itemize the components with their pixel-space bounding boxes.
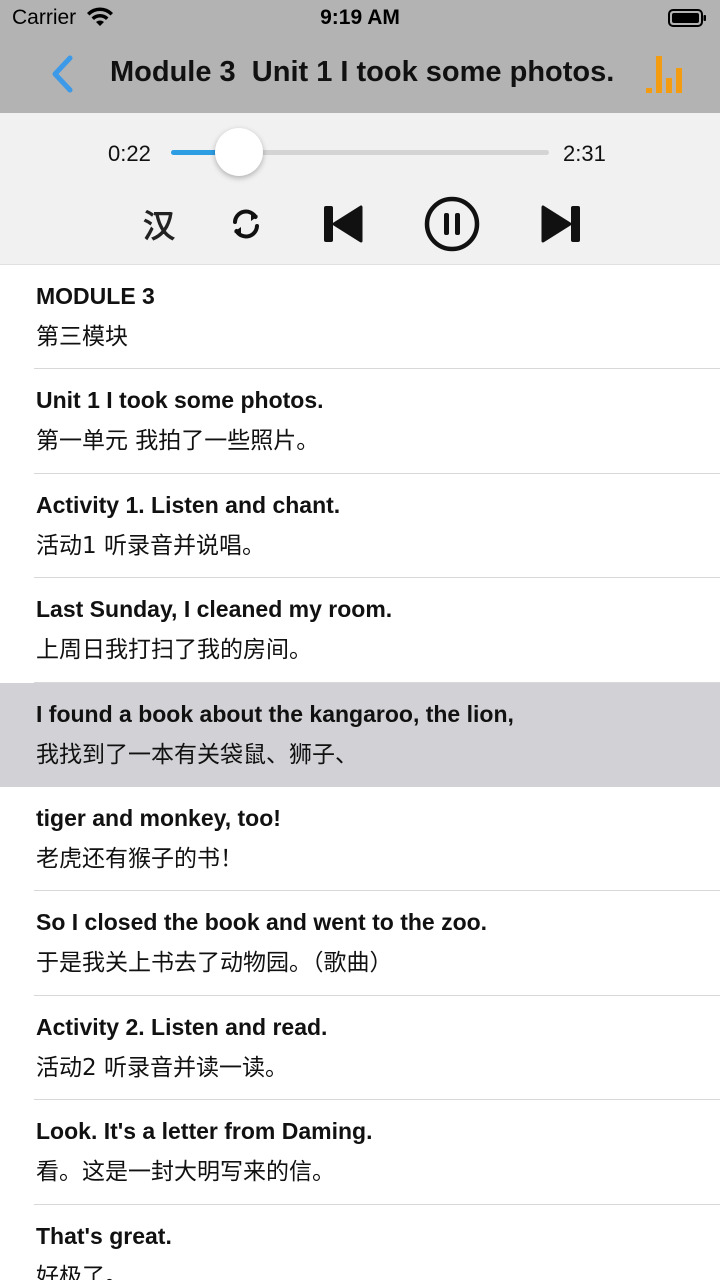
list-item[interactable]: I found a book about the kangaroo, the l… [0,682,720,787]
total-time: 2:31 [563,141,606,166]
chinese-line: 于是我关上书去了动物园。（歌曲） [36,950,393,977]
previous-icon [324,205,363,243]
list-item[interactable]: Last Sunday, I cleaned my room. 上周日我打扫了我的… [0,578,720,683]
list-item[interactable]: tiger and monkey, too! 老虎还有猴子的书！ [0,787,720,892]
back-button[interactable] [44,54,80,94]
lyrics-list: MODULE 3 第三模块 Unit 1 I took some photos. 第一… [0,265,720,1280]
chinese-line: 第一单元 我拍了一些照片。 [36,428,320,455]
chinese-line: 第三模块 [36,324,128,350]
list-item[interactable]: That's great. 好极了。 [0,1205,720,1280]
english-line: tiger and monkey, too! [36,804,281,831]
english-line: Activity 1. Listen and chant. [36,491,341,518]
list-item[interactable]: So I closed the book and went to the zoo… [0,891,720,996]
repeat-button[interactable] [224,195,268,253]
page-title: Module 3 Unit 1 I took some photos. [110,56,615,88]
list-item[interactable]: Activity 1. Listen and chant. 活动1 听录音并说唱。 [0,474,720,579]
previous-button[interactable] [318,195,366,253]
english-line: MODULE 3 [36,283,155,309]
navigation-bar: Module 3 Unit 1 I took some photos. [0,40,720,113]
next-button[interactable] [538,195,586,253]
progress-knob[interactable] [215,128,264,176]
current-time: 0:22 [108,141,151,166]
english-line: Look. It's a letter from Daming. [36,1118,373,1145]
english-line: Last Sunday, I cleaned my room. [36,596,393,623]
english-line: Activity 2. Listen and read. [36,1013,328,1040]
pause-button[interactable] [422,195,482,253]
progress-slider[interactable] [171,128,549,176]
list-item[interactable]: Unit 1 I took some photos. 第一单元 我拍了一些照片。 [0,369,720,474]
list-item[interactable]: Look. It's a letter from Daming. 看。这是一封大明… [0,1100,720,1205]
status-time: 9:19 AM [320,6,400,29]
english-line: I found a book about the kangaroo, the l… [36,700,514,727]
english-line: Unit 1 I took some photos. [36,387,324,414]
chinese-line: 上周日我打扫了我的房间。 [36,637,312,664]
list-item[interactable]: Activity 2. Listen and read. 活动2 听录音并读一读。 [0,996,720,1101]
chinese-line: 活动2 听录音并读一读。 [36,1054,288,1081]
list-item[interactable]: MODULE 3 第三模块 [0,265,720,370]
chinese-line: 老虎还有猴子的书！ [36,845,243,872]
translation-toggle-button[interactable]: 汉 [136,195,182,253]
equalizer-icon[interactable] [644,52,688,96]
chinese-line: 我找到了一本有关袋鼠、狮子、 [36,741,358,768]
chinese-line: 看。这是一封大明写来的信。 [36,1159,335,1186]
english-line: That's great. [36,1222,172,1249]
pause-icon [424,196,480,252]
next-icon [541,205,580,243]
repeat-icon [233,209,259,239]
status-bar: Carrier 9:19 AM [0,0,720,40]
english-line: So I closed the book and went to the zoo… [36,909,488,936]
battery-icon [668,9,706,27]
audio-player: 0:22 2:31 汉 [0,113,720,265]
chinese-line: 活动1 听录音并说唱。 [36,532,265,559]
chevron-left-icon [52,55,73,93]
chinese-line: 好极了。 [36,1263,128,1280]
header-area: Carrier 9:19 AM Module 3 Unit 1 I took s… [0,0,720,113]
